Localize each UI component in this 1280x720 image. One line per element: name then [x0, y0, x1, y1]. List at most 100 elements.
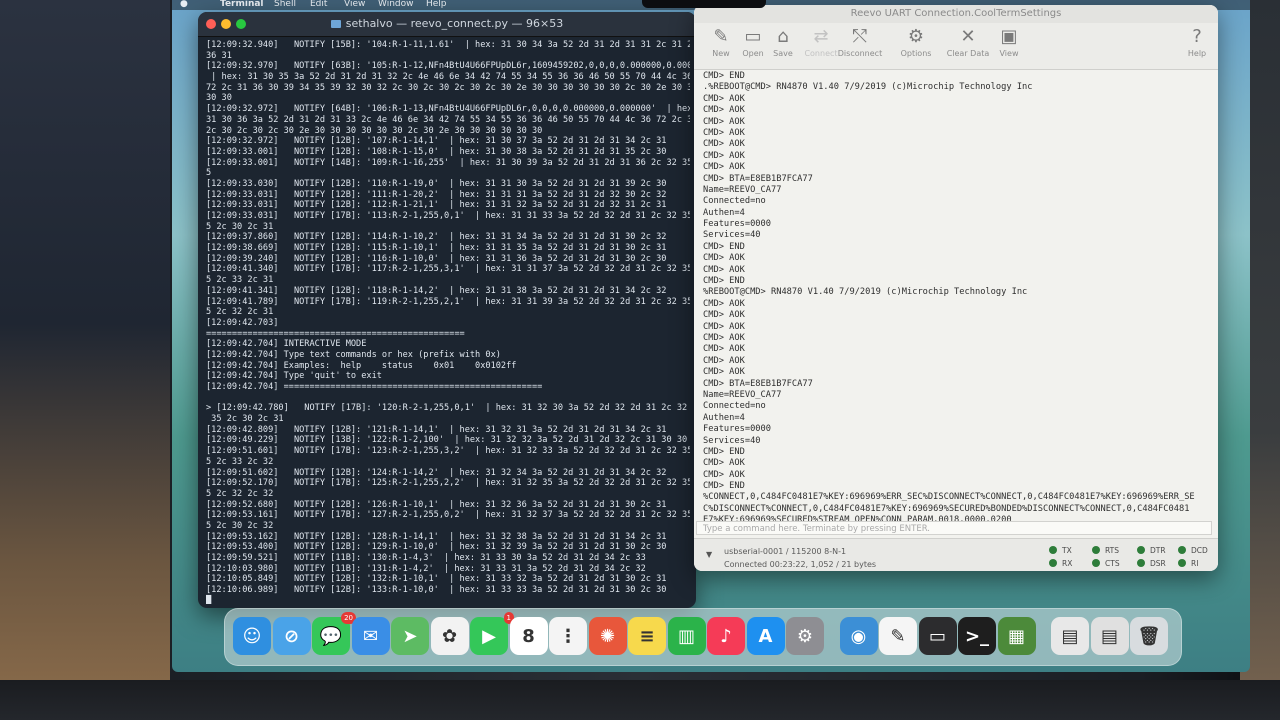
led-label: DCD: [1191, 546, 1208, 555]
coolterm-window[interactable]: Reevo UART Connection.CoolTermSettings ✎…: [694, 5, 1218, 571]
coolterm-line: CMD> AOK: [703, 355, 745, 366]
menu-shell[interactable]: Shell: [274, 0, 296, 9]
clear-data-button[interactable]: ✕ Clear Data: [945, 25, 991, 59]
menu-view[interactable]: View: [344, 0, 365, 9]
terminal-line: > [12:09:42.780] NOTIFY [17B]: '120:R-2-…: [206, 403, 690, 414]
python-icon[interactable]: ◉: [839, 617, 878, 655]
downloads-icon[interactable]: ▤: [1051, 617, 1089, 655]
coolterm-line: Services=40: [703, 230, 761, 241]
maps-icon[interactable]: ➤: [391, 617, 429, 655]
terminal-line: 5 2c 33 2c 31: [206, 275, 274, 286]
settings-icon[interactable]: ⚙: [786, 617, 824, 655]
notes-icon[interactable]: ≡: [628, 617, 666, 655]
music-icon[interactable]: ♪: [707, 617, 745, 655]
command-input[interactable]: Type a command here. Terminate by pressi…: [696, 521, 1212, 535]
coolterm-line: CMD> AOK: [703, 344, 745, 355]
coolterm-output[interactable]: CMD> END .%REBOOT@CMD> RN4870 V1.40 7/9/2…: [703, 71, 1212, 521]
terminal-line: 5 2c 30 2c 32: [206, 520, 274, 531]
app-store-icon[interactable]: A: [746, 617, 785, 655]
terminal-line: [12:09:39.240] NOTIFY [12B]: '116:R-1-10…: [206, 253, 667, 264]
led-label: RX: [1062, 559, 1073, 568]
terminal-window[interactable]: sethalvo — reevo_connect.py — 96×53 [12:…: [198, 12, 696, 608]
mail-icon[interactable]: ✉: [351, 617, 390, 655]
coolterm-titlebar[interactable]: Reevo UART Connection.CoolTermSettings: [694, 5, 1218, 23]
reminders-icon[interactable]: ⋮: [549, 617, 587, 655]
coolterm-line: CMD> END: [703, 481, 745, 492]
coolterm-line: Authen=4: [703, 412, 745, 423]
options-icon: ⚙: [907, 26, 925, 47]
led-cts: CTS: [1092, 559, 1120, 568]
led-rx: RX: [1049, 559, 1072, 568]
port-settings: usbserial-0001 / 115200 8-N-1: [724, 547, 847, 556]
coolterm-line: CMD> END: [703, 276, 745, 287]
led-indicator-icon: [1092, 546, 1100, 554]
terminal-line: [12:09:33.031] NOTIFY [17B]: '113:R-2-1,…: [206, 211, 690, 221]
coolterm-toolbar: ✎ New ▭ Open ⌂ Save ⇄ Connect ⤲ Disconnect ⚙ Option…: [694, 23, 1218, 70]
collapse-arrow-icon[interactable]: ▼: [706, 550, 712, 559]
terminal-titlebar[interactable]: sethalvo — reevo_connect.py — 96×53: [198, 12, 696, 37]
terminal-line: [12:09:42.704] Type text commands or hex…: [206, 349, 501, 360]
led-indicator-icon: [1049, 559, 1057, 567]
toolbar-label: Help: [1187, 49, 1207, 58]
terminal-line: [12:10:05.849] NOTIFY [12B]: '132:R-1-10…: [206, 574, 667, 585]
close-button[interactable]: [206, 19, 216, 29]
terminal-icon[interactable]: >_: [958, 617, 996, 655]
coolterm-line: CMD> AOK: [703, 310, 745, 321]
menu-help[interactable]: Help: [426, 0, 447, 9]
coolterm-line: CMD> AOK: [703, 264, 745, 275]
laptop-screen: ● Terminal Shell Edit View Window Help s…: [172, 0, 1250, 672]
help-button[interactable]: ? Help: [1174, 25, 1218, 59]
terminal-line: [12:10:06.989] NOTIFY [12B]: '133:R-1-10…: [206, 585, 667, 596]
terminal-line: 5: [206, 168, 212, 179]
board-icon[interactable]: ▦: [997, 617, 1036, 655]
laptop-base: [0, 680, 1280, 720]
zoom-button[interactable]: [236, 19, 246, 29]
facetime-icon[interactable]: ▶ 1: [470, 612, 514, 655]
disconnect-button[interactable]: ⤲ Disconnect: [837, 25, 883, 59]
options-button[interactable]: ⚙ Options: [893, 25, 939, 59]
led-label: DTR: [1150, 546, 1166, 555]
coolterm-line: CMD> AOK: [703, 150, 745, 161]
numbers-icon[interactable]: ▥: [667, 617, 706, 655]
terminal-line: [12:09:37.860] NOTIFY [12B]: '114:R-1-10…: [206, 232, 667, 243]
terminal-output[interactable]: [12:09:32.940] NOTIFY [15B]: '104:R-1-11…: [206, 40, 690, 604]
coolterm-icon[interactable]: ▭: [918, 617, 957, 655]
led-label: TX: [1062, 546, 1072, 555]
view-button[interactable]: ▣ View: [986, 25, 1032, 59]
textedit-icon[interactable]: ✎: [879, 617, 917, 655]
menu-window[interactable]: Window: [378, 0, 414, 9]
documents-icon[interactable]: ▤: [1090, 617, 1129, 655]
terminal-line: [12:09:53.400] NOTIFY [12B]: '129:R-1-10…: [206, 542, 667, 553]
coolterm-line: CMD> AOK: [703, 298, 745, 309]
terminal-line: [12:09:53.162] NOTIFY [12B]: '128:R-1-14…: [206, 531, 667, 542]
menu-terminal[interactable]: Terminal: [220, 0, 264, 9]
apple-icon[interactable]: ●: [180, 0, 188, 9]
terminal-line: 5 2c 32 2c 31: [206, 307, 274, 318]
terminal-line: 31 30 36 3a 52 2d 31 2d 31 33 2c 4e 46 6…: [206, 114, 690, 125]
calendar-icon[interactable]: 8: [509, 617, 548, 655]
led-indicator-icon: [1178, 559, 1186, 567]
led-indicator-icon: [1049, 546, 1057, 554]
safari-icon[interactable]: ⊘: [272, 617, 311, 655]
finder-icon[interactable]: ☺: [233, 617, 271, 655]
trash-icon[interactable]: 🗑: [1130, 617, 1168, 655]
folder-icon: [330, 20, 341, 28]
minimize-button[interactable]: [221, 19, 231, 29]
photos-icon[interactable]: ✿: [430, 617, 469, 655]
terminal-line: 36 31: [206, 50, 232, 61]
terminal-line: █: [206, 595, 212, 604]
coolterm-line: CMD> AOK: [703, 105, 745, 116]
toolbar-label: Disconnect: [837, 49, 883, 58]
led-indicator-icon: [1137, 559, 1145, 567]
led-label: DSR: [1150, 559, 1166, 568]
menu-edit[interactable]: Edit: [310, 0, 327, 9]
sunburst-icon[interactable]: ✺: [588, 617, 627, 655]
coolterm-line: CMD> END: [703, 71, 745, 81]
terminal-line: [12:09:51.602] NOTIFY [12B]: '124:R-1-14…: [206, 467, 667, 478]
terminal-line: ========================================…: [206, 328, 465, 339]
terminal-line: [12:09:38.669] NOTIFY [12B]: '115:R-1-10…: [206, 243, 667, 254]
status-bar: ▼ usbserial-0001 / 115200 8-N-1 Connecte…: [694, 538, 1218, 571]
coolterm-line: CMD> AOK: [703, 93, 745, 104]
terminal-line: [12:09:33.031] NOTIFY [12B]: '112:R-1-21…: [206, 200, 667, 211]
messages-icon[interactable]: 💬 20: [312, 612, 356, 655]
